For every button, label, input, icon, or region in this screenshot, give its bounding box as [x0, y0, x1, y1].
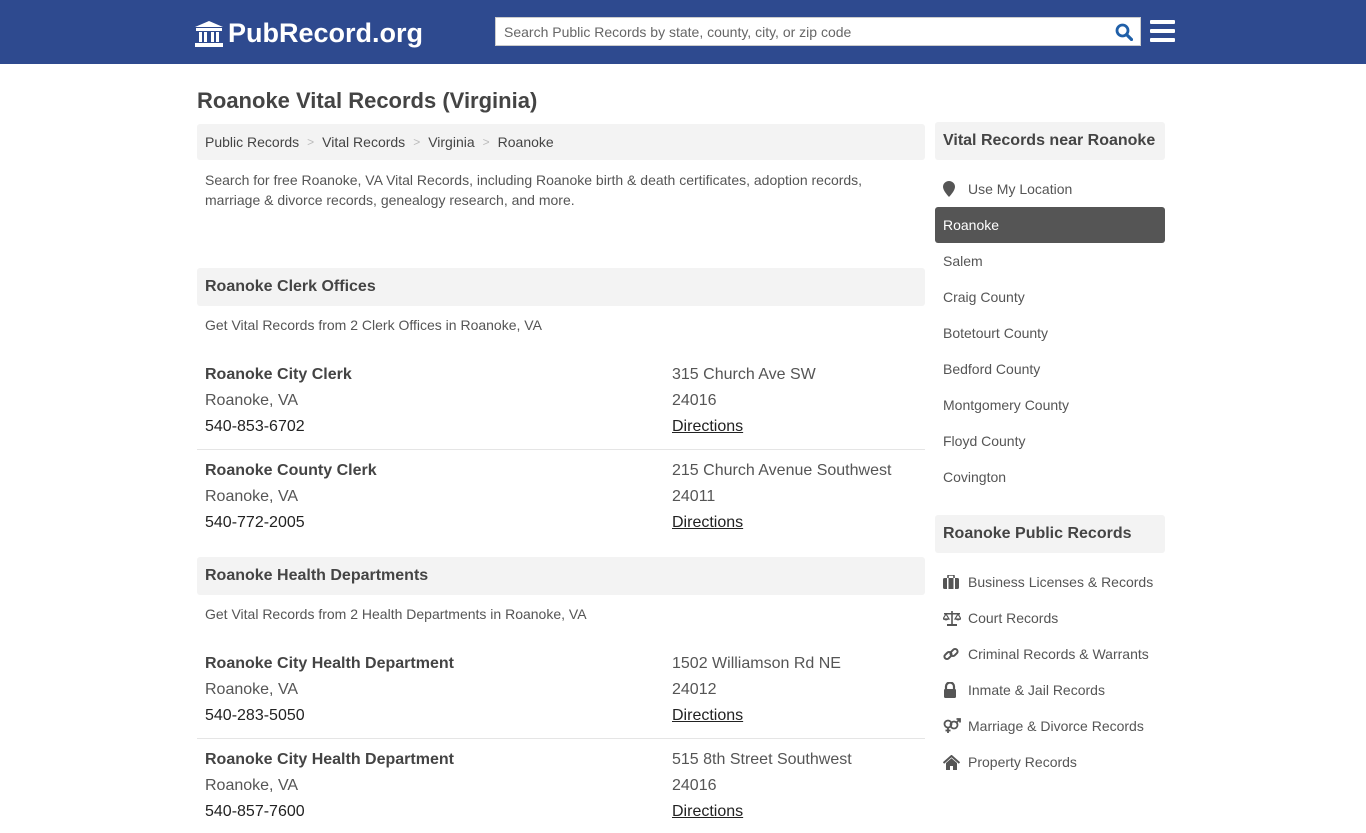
search-icon — [1115, 23, 1133, 41]
office-zip: 24016 — [672, 777, 717, 794]
nearby-item-floyd-county[interactable]: Floyd County — [935, 423, 1165, 459]
office-listing: Roanoke City Clerk Roanoke, VA 540-853-6… — [197, 354, 925, 449]
breadcrumb: Public Records > Vital Records > Virgini… — [197, 124, 925, 160]
office-listing: Roanoke City Health Department Roanoke, … — [197, 643, 925, 738]
nearby-item-botetourt-county[interactable]: Botetourt County — [935, 315, 1165, 351]
hamburger-menu-button[interactable] — [1150, 20, 1175, 42]
office-phone[interactable]: 540-772-2005 — [205, 510, 672, 536]
office-address: 315 Church Ave SW — [672, 366, 816, 383]
office-listing: Roanoke City Health Department Roanoke, … — [197, 738, 925, 833]
directions-link[interactable]: Directions — [672, 514, 743, 531]
public-record-property-records[interactable]: Property Records — [935, 744, 1165, 780]
sidebar-public-records-heading: Roanoke Public Records — [935, 515, 1165, 553]
office-address: 215 Church Avenue Southwest — [672, 462, 892, 479]
office-name: Roanoke County Clerk — [205, 462, 377, 479]
public-record-marriage-divorce[interactable]: Marriage & Divorce Records — [935, 708, 1165, 744]
public-records-list: Business Licenses & Records Court Record… — [935, 553, 1165, 780]
public-record-label: Criminal Records & Warrants — [968, 646, 1149, 662]
public-record-label: Inmate & Jail Records — [968, 682, 1105, 698]
nearby-item-roanoke[interactable]: Roanoke — [935, 207, 1165, 243]
breadcrumb-public-records[interactable]: Public Records — [205, 134, 299, 150]
search-input[interactable] — [496, 18, 1108, 45]
breadcrumb-vital-records[interactable]: Vital Records — [322, 134, 405, 150]
office-zip: 24016 — [672, 392, 717, 409]
section-description: Get Vital Records from 2 Clerk Offices i… — [205, 317, 542, 333]
public-record-business-licenses[interactable]: Business Licenses & Records — [935, 564, 1165, 600]
office-city: Roanoke, VA — [205, 488, 299, 505]
public-record-inmate-records[interactable]: Inmate & Jail Records — [935, 672, 1165, 708]
venus-mars-icon — [943, 718, 961, 733]
office-phone[interactable]: 540-853-6702 — [205, 414, 672, 440]
directions-link[interactable]: Directions — [672, 707, 743, 724]
office-listing: Roanoke County Clerk Roanoke, VA 540-772… — [197, 449, 925, 544]
search-button[interactable] — [1108, 18, 1140, 45]
balance-scale-icon — [943, 610, 961, 626]
site-logo[interactable]: PubRecord.org — [195, 18, 423, 49]
nearby-item-bedford-county[interactable]: Bedford County — [935, 351, 1165, 387]
nearby-item-covington[interactable]: Covington — [935, 459, 1165, 495]
office-city: Roanoke, VA — [205, 392, 299, 409]
nearby-item-montgomery-county[interactable]: Montgomery County — [935, 387, 1165, 423]
page-title: Roanoke Vital Records (Virginia) — [197, 88, 538, 113]
office-address: 515 8th Street Southwest — [672, 751, 852, 768]
office-phone[interactable]: 540-283-5050 — [205, 703, 672, 729]
public-record-label: Business Licenses & Records — [968, 574, 1154, 590]
public-record-label: Court Records — [968, 610, 1059, 626]
directions-link[interactable]: Directions — [672, 803, 743, 820]
sidebar: Vital Records near Roanoke Use My Locati… — [935, 122, 1165, 780]
health-departments-section: Roanoke Health Departments Get Vital Rec… — [197, 557, 925, 833]
lock-icon — [944, 682, 956, 698]
office-name: Roanoke City Clerk — [205, 366, 352, 383]
top-navigation-bar: PubRecord.org — [0, 0, 1366, 64]
office-name: Roanoke City Health Department — [205, 655, 454, 672]
breadcrumb-roanoke[interactable]: Roanoke — [498, 134, 554, 150]
logo-text: PubRecord.org — [228, 18, 424, 48]
office-address: 1502 Williamson Rd NE — [672, 655, 841, 672]
breadcrumb-separator: > — [413, 135, 421, 149]
breadcrumb-separator: > — [307, 135, 315, 149]
section-description: Get Vital Records from 2 Health Departme… — [205, 606, 587, 622]
nearby-item-craig-county[interactable]: Craig County — [935, 279, 1165, 315]
section-heading: Roanoke Clerk Offices — [197, 268, 925, 306]
main-content: Public Records > Vital Records > Virgini… — [197, 124, 925, 833]
breadcrumb-separator: > — [482, 135, 490, 149]
directions-link[interactable]: Directions — [672, 418, 743, 435]
use-my-location-label: Use My Location — [968, 181, 1073, 197]
clerk-offices-section: Roanoke Clerk Offices Get Vital Records … — [197, 268, 925, 544]
breadcrumb-virginia[interactable]: Virginia — [428, 134, 474, 150]
office-city: Roanoke, VA — [205, 777, 299, 794]
home-icon — [943, 754, 960, 770]
briefcase-icon — [943, 575, 959, 589]
menu-bar — [1150, 38, 1175, 42]
search-bar — [495, 17, 1141, 46]
office-phone[interactable]: 540-857-7600 — [205, 799, 672, 825]
office-city: Roanoke, VA — [205, 681, 299, 698]
public-record-criminal-records[interactable]: Criminal Records & Warrants — [935, 636, 1165, 672]
nearby-item-salem[interactable]: Salem — [935, 243, 1165, 279]
link-icon — [943, 647, 959, 661]
intro-text: Search for free Roanoke, VA Vital Record… — [205, 172, 863, 208]
courthouse-icon — [195, 20, 223, 47]
menu-bar — [1150, 20, 1175, 24]
sidebar-nearby-heading: Vital Records near Roanoke — [935, 122, 1165, 160]
menu-bar — [1150, 29, 1175, 33]
public-record-label: Marriage & Divorce Records — [968, 718, 1144, 734]
office-zip: 24012 — [672, 681, 717, 698]
public-record-court-records[interactable]: Court Records — [935, 600, 1165, 636]
office-zip: 24011 — [672, 488, 716, 505]
nearby-list: Use My Location Roanoke Salem Craig Coun… — [935, 160, 1165, 495]
use-my-location-link[interactable]: Use My Location — [935, 171, 1165, 207]
map-marker-icon — [943, 181, 955, 197]
office-name: Roanoke City Health Department — [205, 751, 454, 768]
section-heading: Roanoke Health Departments — [197, 557, 925, 595]
